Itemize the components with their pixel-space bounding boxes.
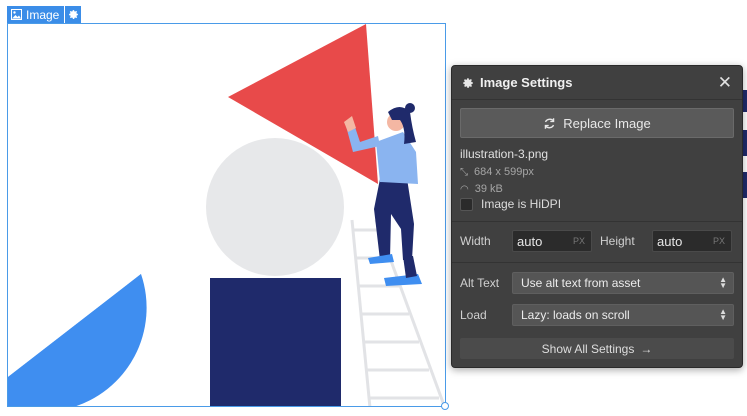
file-size-row: ◠ 39 kB <box>460 183 548 195</box>
panel-header: Image Settings ✕ <box>452 66 742 100</box>
gear-icon <box>68 10 78 20</box>
panel-title: Image Settings <box>480 75 573 90</box>
illustration <box>8 24 445 406</box>
element-tag-label[interactable]: Image <box>7 6 65 23</box>
image-settings-panel: Image Settings ✕ Replace Image illustrat… <box>451 65 743 368</box>
navy-square <box>210 278 341 406</box>
element-tag[interactable]: Image <box>7 6 82 23</box>
hidpi-toggle[interactable]: Image is HiDPI <box>460 197 561 211</box>
resize-handle[interactable] <box>441 402 449 410</box>
select-arrows-icon: ▲ ▼ <box>719 307 727 322</box>
height-label: Height <box>600 234 635 248</box>
width-value: auto <box>517 233 543 249</box>
gauge-icon: ◠ <box>460 183 469 195</box>
resize-icon: ⤡ <box>460 166 468 178</box>
show-all-label: Show All Settings <box>541 341 635 356</box>
alt-text-select[interactable]: Use alt text from asset ▲ ▼ <box>512 272 734 294</box>
width-unit[interactable]: PX <box>573 236 585 246</box>
element-tag-text: Image <box>26 7 60 22</box>
divider <box>452 262 742 263</box>
size-row: Width auto PX Height auto PX <box>460 230 732 252</box>
alt-text-label: Alt Text <box>460 276 500 290</box>
alt-text-value: Use alt text from asset <box>521 276 641 290</box>
width-input[interactable]: auto PX <box>512 230 592 252</box>
refresh-icon <box>545 117 555 129</box>
height-unit[interactable]: PX <box>713 236 725 246</box>
hidpi-checkbox[interactable] <box>460 197 473 211</box>
file-dimensions-row: ⤡ 684 x 599px <box>460 166 548 178</box>
file-info: illustration-3.png ⤡ 684 x 599px ◠ 39 kB <box>460 147 548 195</box>
file-dimensions: 684 x 599px <box>474 166 534 178</box>
load-label: Load <box>460 308 487 322</box>
image-canvas[interactable] <box>7 23 446 407</box>
element-settings-button[interactable] <box>65 6 82 23</box>
width-label: Width <box>460 234 491 248</box>
gear-icon <box>463 77 473 88</box>
select-arrows-icon: ▲ ▼ <box>719 275 727 290</box>
divider <box>452 221 742 222</box>
hidpi-label: Image is HiDPI <box>481 197 562 211</box>
ladder <box>350 219 445 406</box>
load-row: Load Lazy: loads on scroll ▲ ▼ <box>460 304 734 326</box>
file-size: 39 kB <box>474 183 503 195</box>
height-value: auto <box>657 233 683 249</box>
alt-text-row: Alt Text Use alt text from asset ▲ ▼ <box>460 272 734 294</box>
gray-circle <box>206 138 344 276</box>
arrow-right-icon: → <box>640 341 653 356</box>
show-all-settings-button[interactable]: Show All Settings → <box>460 338 734 359</box>
image-icon <box>11 9 22 20</box>
load-value: Lazy: loads on scroll <box>521 308 630 322</box>
close-icon[interactable]: ✕ <box>718 74 732 91</box>
replace-image-label: Replace Image <box>563 115 651 131</box>
height-input[interactable]: auto PX <box>652 230 732 252</box>
replace-image-button[interactable]: Replace Image <box>460 108 734 138</box>
file-name: illustration-3.png <box>460 147 549 161</box>
load-select[interactable]: Lazy: loads on scroll ▲ ▼ <box>512 304 734 326</box>
